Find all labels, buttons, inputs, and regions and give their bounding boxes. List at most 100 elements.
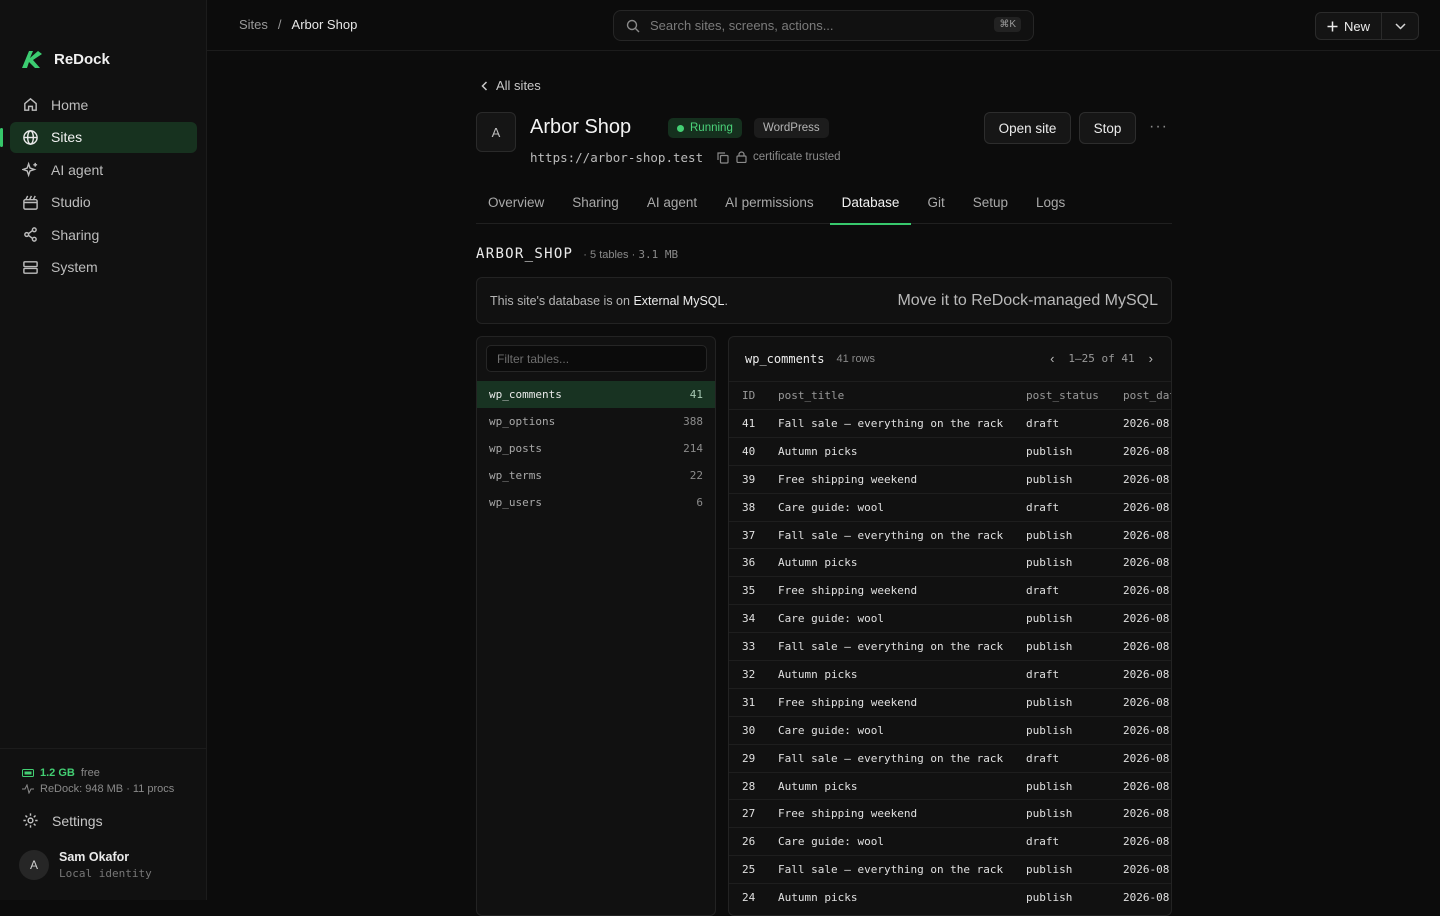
sidebar-item-home[interactable]: Home (10, 89, 197, 120)
sidebar-item-sharing[interactable]: Sharing (10, 219, 197, 250)
table-row[interactable]: 31 Free shipping weekend publish 2026-08 (729, 687, 1171, 717)
table-row[interactable]: 36 Autumn picks publish 2026-08 (729, 548, 1171, 577)
table-cell: draft (1026, 492, 1123, 522)
database-name: ARBOR_SHOP (476, 246, 574, 262)
sparkle-icon (22, 161, 38, 178)
breadcrumb-separator: / (277, 17, 282, 32)
table-list-count: 388 (683, 415, 703, 428)
memory-status: 1.2 GB free ReDock: 948 MB · 11 procs (22, 765, 174, 797)
table-row[interactable]: 35 Free shipping weekend draft 2026-08 (729, 576, 1171, 605)
table-cell: Free shipping weekend (778, 576, 1026, 605)
table-cell: Autumn picks (778, 771, 1026, 800)
column-header[interactable]: post_date (1123, 381, 1171, 410)
stop-button[interactable]: Stop (1079, 112, 1136, 144)
table-row[interactable]: 24 Autumn picks publish 2026-08 (729, 883, 1171, 912)
table-row[interactable]: 37 Fall sale — everything on the rack publ… (729, 520, 1171, 549)
tab-sharing[interactable]: Sharing (560, 188, 631, 224)
next-page-icon[interactable]: › (1149, 351, 1153, 366)
new-button[interactable]: New (1316, 13, 1383, 39)
studio-icon (23, 195, 38, 210)
tab-setup[interactable]: Setup (961, 188, 1020, 224)
sidebar-item-label: Sharing (51, 226, 100, 243)
table-list-item[interactable]: wp_options 388 (477, 408, 715, 435)
table-cell: 2026-08 (1123, 883, 1171, 912)
table-list-name: wp_comments (489, 388, 562, 401)
tab-git[interactable]: Git (915, 188, 956, 224)
table-cell: 38 (729, 492, 778, 522)
user-profile[interactable]: A Sam Okafor Local identity (19, 850, 152, 880)
table-cell: Fall sale — everything on the rack (778, 743, 1026, 773)
sidebar-item-ai-agent[interactable]: AI agent (10, 154, 197, 185)
home-icon (24, 97, 37, 111)
copy-icon[interactable] (717, 151, 729, 164)
prev-page-icon[interactable]: ‹ (1050, 351, 1054, 366)
table-list-item[interactable]: wp_terms 22 (477, 462, 715, 489)
table-list-item[interactable]: wp_posts 214 (477, 435, 715, 462)
table-cell: 31 (729, 687, 778, 717)
breadcrumb-sites[interactable]: Sites (239, 17, 268, 32)
table-row[interactable]: 41 Fall sale — everything on the rack draf… (729, 409, 1171, 438)
table-list-count: 22 (689, 469, 703, 482)
site-url-text[interactable]: https://arbor-shop.test (530, 150, 703, 165)
migrate-database-link[interactable]: Move it to ReDock-managed MySQL (897, 292, 1158, 310)
lock-icon (736, 151, 747, 163)
avatar: A (19, 850, 49, 880)
table-row[interactable]: 32 Autumn picks draft 2026-08 (729, 660, 1171, 689)
back-to-all-sites[interactable]: All sites (481, 78, 541, 93)
sidebar-item-sites[interactable]: Sites (0, 121, 197, 153)
table-row[interactable]: 39 Free shipping weekend publish 2026-08 (729, 464, 1171, 494)
brand[interactable]: ReDock (18, 46, 110, 72)
column-header[interactable]: post_title (778, 381, 1026, 410)
new-dropdown-button[interactable] (1382, 13, 1418, 39)
table-row[interactable]: 27 Free shipping weekend publish 2026-08 (729, 799, 1171, 828)
sidebar-item-studio[interactable]: Studio (10, 187, 197, 218)
table-cell: Care guide: wool (778, 715, 1026, 745)
table-cell: 2026-08 (1123, 548, 1171, 577)
table-list-item[interactable]: wp_comments 41 (477, 381, 715, 408)
table-list-item[interactable]: wp_users 6 (477, 489, 715, 516)
settings-button[interactable]: Settings (22, 812, 103, 829)
table-cell: publish (1026, 715, 1123, 745)
filter-tables-input[interactable] (486, 345, 707, 372)
table-row[interactable]: 25 Fall sale — everything on the rack publ… (729, 855, 1171, 884)
more-options-icon[interactable]: ··· (1149, 118, 1168, 136)
sidebar-item-system[interactable]: System (10, 252, 197, 283)
tables-panel: wp_comments41wp_options388wp_posts214wp_… (476, 336, 716, 916)
table-row[interactable]: 28 Autumn picks publish 2026-08 (729, 771, 1171, 800)
pagination: ‹ 1–25 of 41 › (1050, 351, 1153, 366)
status-dot-icon (677, 124, 684, 132)
table-row[interactable]: 38 Care guide: wool draft 2026-08 (729, 492, 1171, 522)
table-cell: 29 (729, 743, 778, 773)
tab-overview[interactable]: Overview (476, 188, 556, 224)
table-cell: 24 (729, 883, 778, 912)
site-avatar: A (476, 112, 516, 152)
table-cell: Fall sale — everything on the rack (778, 855, 1026, 884)
column-header[interactable]: post_status (1026, 381, 1123, 410)
tab-ai-permissions[interactable]: AI permissions (713, 188, 826, 224)
database-notice: This site's database is on External MySQ… (476, 277, 1172, 324)
search-icon (626, 19, 640, 32)
table-row[interactable]: 30 Care guide: wool publish 2026-08 (729, 715, 1171, 745)
table-row[interactable]: 34 Care guide: wool publish 2026-08 (729, 604, 1171, 633)
database-size: 3.1 MB (638, 248, 679, 261)
table-row[interactable]: 33 Fall sale — everything on the rack publ… (729, 632, 1171, 661)
chevron-down-icon (1394, 22, 1406, 30)
table-cell: Autumn picks (778, 548, 1026, 577)
table-row[interactable]: 26 Care guide: wool draft 2026-08 (729, 827, 1171, 856)
current-table-name: wp_comments (745, 352, 825, 366)
table-row[interactable]: 40 Autumn picks publish 2026-08 (729, 436, 1171, 466)
page-range: 1–25 of 41 (1068, 352, 1135, 365)
table-row[interactable]: 29 Fall sale — everything on the rack draf… (729, 743, 1171, 773)
table-cell: 2026-08 (1123, 520, 1171, 549)
search-box[interactable]: ⌘K (613, 10, 1034, 41)
table-cell: Fall sale — everything on the rack (778, 409, 1026, 438)
tab-database[interactable]: Database (829, 188, 912, 225)
tab-logs[interactable]: Logs (1024, 188, 1077, 224)
sidebar-item-label: AI agent (51, 161, 104, 178)
notice-suffix: . (724, 293, 728, 308)
tab-ai-agent[interactable]: AI agent (635, 188, 709, 224)
column-header[interactable]: ID (729, 381, 778, 410)
globe-icon (23, 129, 38, 145)
search-input[interactable] (650, 18, 980, 33)
open-site-button[interactable]: Open site (984, 112, 1071, 144)
